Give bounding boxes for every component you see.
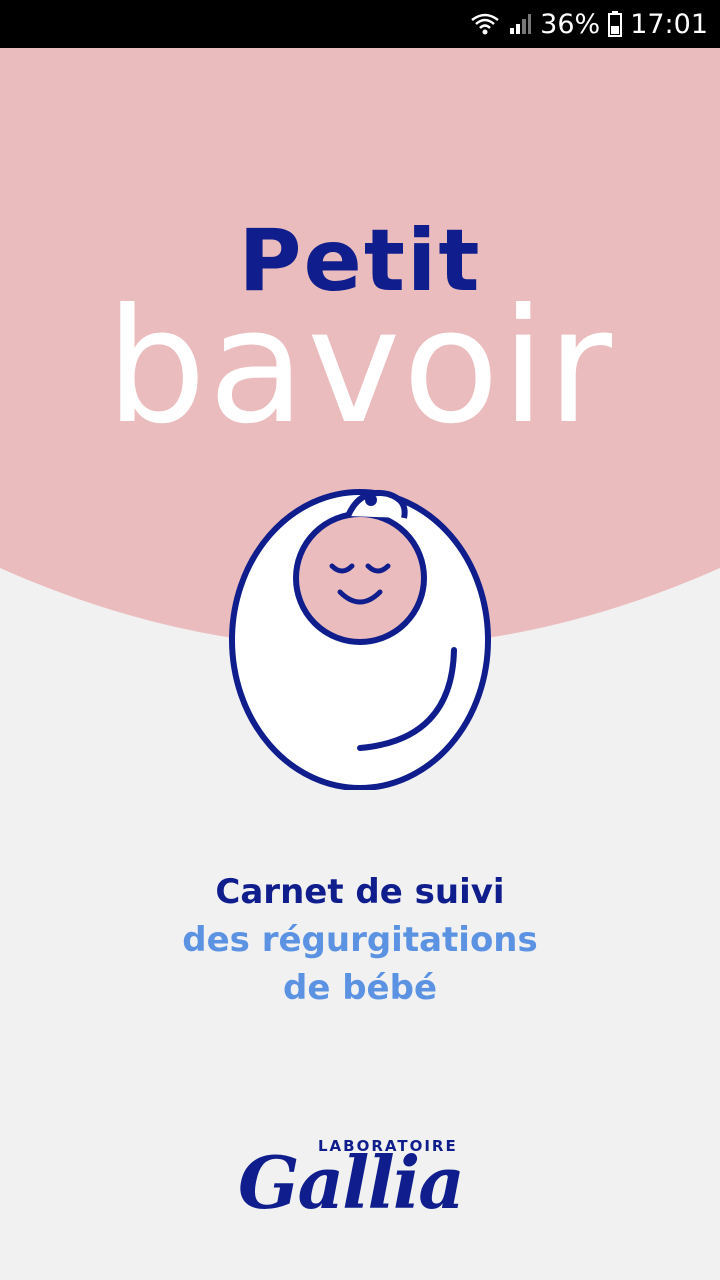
battery-icon: [608, 11, 623, 37]
tagline-line2: des régurgitations: [182, 920, 538, 960]
battery-percent: 36%: [540, 8, 601, 40]
status-bar: 36% 17:01: [0, 0, 720, 48]
sleeping-baby-icon: [229, 489, 491, 790]
app-title-line2: bavoir: [105, 275, 615, 459]
logo-brand-name: Gallia: [238, 1140, 465, 1225]
gallia-logo: LABORATOIRE Gallia: [230, 1135, 490, 1230]
tagline-line3: de bébé: [282, 968, 438, 1008]
clock: 17:01: [630, 8, 708, 40]
tagline-line1: Carnet de suivi: [215, 872, 505, 912]
signal-icon: [508, 12, 532, 36]
app-tagline: Carnet de suivi des régurgitations de bé…: [0, 868, 720, 1012]
wifi-icon: [470, 11, 500, 37]
